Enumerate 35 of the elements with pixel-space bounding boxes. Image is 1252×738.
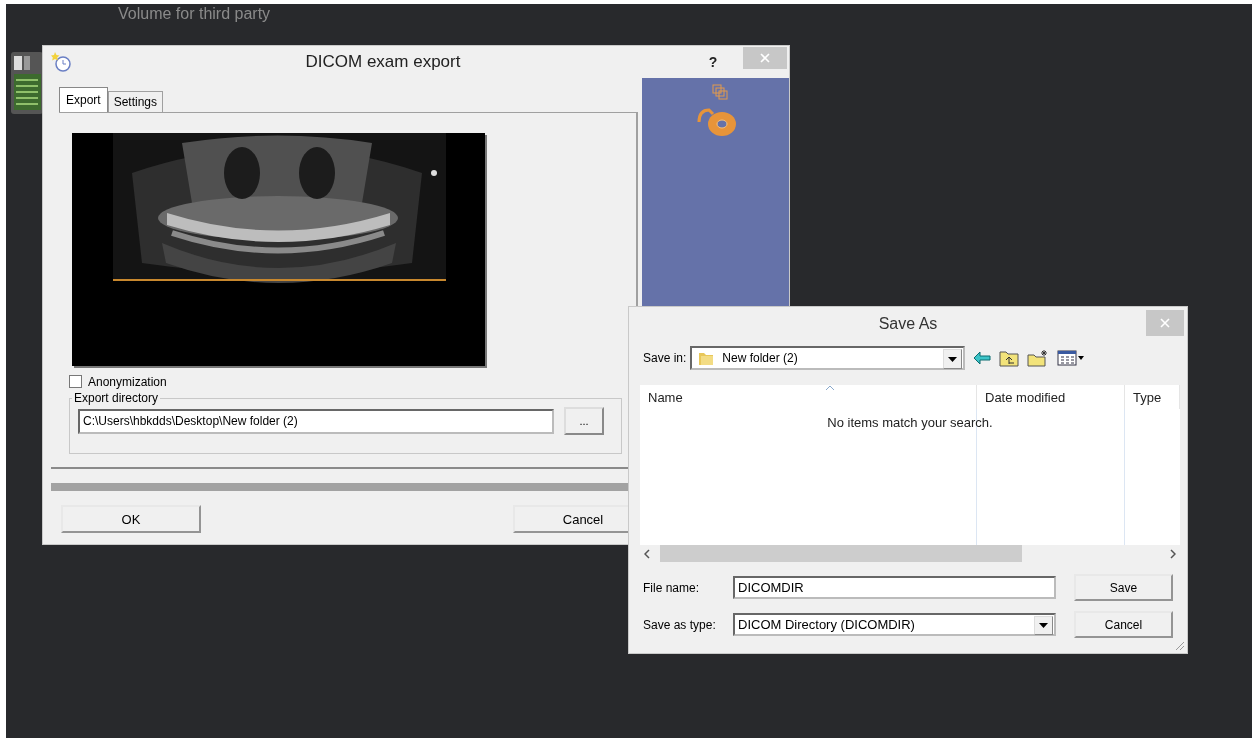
view-menu-icon[interactable] xyxy=(1057,349,1086,367)
dialog-button[interactable]: OK xyxy=(61,505,201,533)
scrollbar-thumb[interactable] xyxy=(660,545,1022,562)
folder-icon xyxy=(698,350,715,366)
checkbox[interactable] xyxy=(69,375,82,388)
checkbox-label: Anonymization xyxy=(88,374,167,389)
tab[interactable]: Export xyxy=(59,87,108,112)
save-button[interactable]: Save xyxy=(1074,574,1173,601)
desktop-icon-label: Volume for third party xyxy=(118,4,271,24)
dropdown-value: New folder (2) xyxy=(722,351,798,365)
field-label: Save as type: xyxy=(643,617,717,632)
window-title: DICOM exam export xyxy=(304,52,462,72)
sort-caret-icon xyxy=(825,385,835,391)
back-arrow-icon[interactable] xyxy=(973,349,992,367)
close-icon xyxy=(760,53,770,63)
group-label: Export directory xyxy=(73,391,160,405)
resize-grip-icon xyxy=(1173,639,1185,651)
up-folder-icon[interactable] xyxy=(999,349,1020,367)
save-in-label: Save in: xyxy=(643,351,687,365)
path-field[interactable]: C:\Users\hbkdds\Desktop\New folder (2) xyxy=(78,408,554,434)
window-title: Save As xyxy=(878,315,938,333)
folder-dropdown[interactable]: New folder (2) xyxy=(690,346,966,370)
tab[interactable]: Settings xyxy=(107,91,164,112)
empty-message: No items match your search. xyxy=(826,415,994,430)
file-name-field[interactable]: DICOMDIR xyxy=(733,576,1056,599)
type-dropdown[interactable]: DICOM Directory (DICOMDIR) xyxy=(733,613,1056,636)
cancel-button[interactable]: Cancel xyxy=(1074,611,1173,638)
app-icon xyxy=(51,51,73,73)
new-folder-icon[interactable] xyxy=(1027,349,1050,367)
field-label: File name: xyxy=(643,580,701,595)
close-icon xyxy=(1160,318,1170,328)
help-button[interactable]: ? xyxy=(693,54,733,70)
browse-button[interactable]: ... xyxy=(564,407,604,435)
file-icon xyxy=(10,50,44,116)
dropdown-value: DICOM Directory (DICOMDIR) xyxy=(738,617,915,632)
